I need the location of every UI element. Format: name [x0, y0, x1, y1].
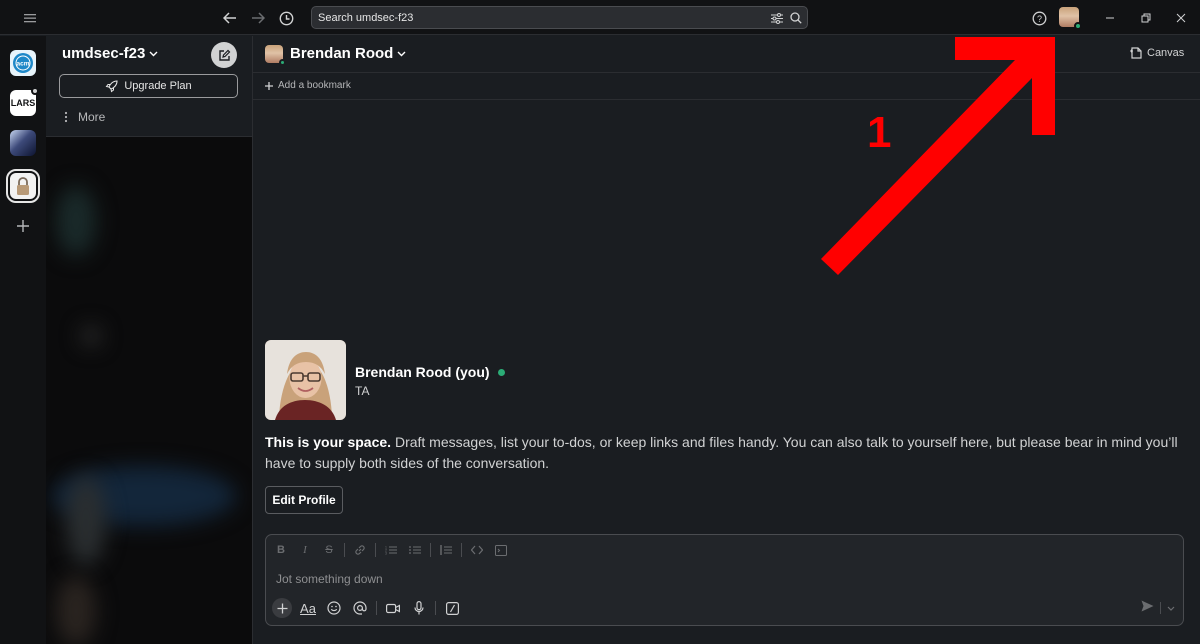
emoji-icon[interactable] — [324, 598, 344, 618]
workspace-umdsec-lock[interactable] — [6, 169, 40, 203]
italic-icon[interactable]: I — [296, 541, 314, 559]
annotation-number: 1 — [867, 108, 892, 157]
message-input[interactable] — [276, 570, 1156, 588]
toolbar-divider — [344, 543, 345, 557]
video-icon[interactable] — [383, 598, 403, 618]
formatting-toolbar: B I S 123 — [272, 541, 510, 559]
edit-profile-button[interactable]: Edit Profile — [265, 486, 343, 514]
rocket-icon — [105, 79, 118, 92]
blurred-background-shape — [66, 476, 106, 566]
send-controls — [1141, 599, 1175, 617]
toolbar-divider — [1160, 602, 1161, 614]
chevron-down-icon — [397, 51, 406, 56]
sidebar: umdsec-f23 Upgrade Plan More — [46, 36, 253, 644]
channel-title-menu[interactable]: Brendan Rood — [290, 45, 406, 62]
profile-role: TA — [355, 384, 370, 398]
chevron-down-icon — [149, 51, 158, 56]
sidebar-item-more-label: More — [78, 110, 106, 124]
workspace-rail: acm LARS — [0, 36, 46, 644]
svg-text:?: ? — [1036, 14, 1041, 24]
profile-name: Brendan Rood (you) — [355, 364, 505, 380]
blurred-background-shape — [56, 186, 96, 256]
toolbar-divider — [375, 543, 376, 557]
search-filter-icon[interactable] — [770, 11, 784, 25]
main-panel: Brendan Rood Canvas Add a bookmark Brend… — [253, 36, 1200, 644]
title-bar: ? — [0, 0, 1200, 35]
workspace-name: umdsec-f23 — [62, 45, 146, 62]
user-avatar[interactable] — [1059, 7, 1082, 30]
upgrade-plan-label: Upgrade Plan — [124, 80, 192, 92]
add-bookmark-button[interactable]: Add a bookmark — [265, 80, 351, 91]
canvas-button[interactable]: Canvas — [1129, 46, 1184, 60]
search-bar[interactable] — [311, 6, 808, 29]
send-options-chevron-icon[interactable] — [1167, 599, 1175, 617]
workspace-lars-label: LARS — [10, 98, 36, 108]
add-workspace-icon[interactable] — [13, 216, 33, 236]
strikethrough-icon[interactable]: S — [320, 541, 338, 559]
intro-text: This is your space. Draft messages, list… — [265, 432, 1190, 474]
online-status-dot — [497, 368, 505, 376]
sidebar-item-more[interactable]: More — [64, 110, 105, 124]
ordered-list-icon[interactable]: 123 — [382, 541, 400, 559]
compose-icon — [218, 49, 230, 61]
code-block-icon[interactable] — [492, 541, 510, 559]
composer-actions: Aa — [272, 597, 462, 619]
workspace-acm-label: acm — [16, 61, 29, 68]
blockquote-icon[interactable] — [437, 541, 455, 559]
toolbar-divider — [435, 601, 436, 615]
minimize-icon[interactable] — [1099, 7, 1121, 29]
plus-icon — [265, 81, 273, 90]
upgrade-plan-button[interactable]: Upgrade Plan — [59, 74, 238, 98]
profile-photo[interactable] — [265, 340, 346, 420]
text-format-toggle[interactable]: Aa — [298, 598, 318, 618]
restore-icon[interactable] — [1135, 7, 1157, 29]
channel-avatar — [265, 45, 286, 66]
profile-name-text: Brendan Rood (you) — [355, 364, 490, 380]
slash-command-icon[interactable] — [442, 598, 462, 618]
blurred-background-shape — [81, 326, 101, 346]
workspace-space-image[interactable] — [10, 130, 36, 156]
search-icon[interactable] — [789, 11, 803, 25]
search-input[interactable] — [318, 10, 758, 26]
bold-icon[interactable]: B — [272, 541, 290, 559]
channel-title: Brendan Rood — [290, 45, 394, 62]
bullet-list-icon[interactable] — [406, 541, 424, 559]
canvas-icon — [1130, 47, 1142, 59]
workspace-name-menu[interactable]: umdsec-f23 — [62, 45, 158, 62]
close-icon[interactable] — [1170, 7, 1192, 29]
back-arrow-icon[interactable] — [219, 7, 241, 29]
help-icon[interactable]: ? — [1028, 7, 1050, 29]
compose-button[interactable] — [211, 42, 237, 68]
send-icon[interactable] — [1141, 599, 1154, 617]
more-vertical-icon — [64, 111, 68, 123]
intro-rest: Draft messages, list your to-dos, or kee… — [265, 434, 1178, 471]
link-icon[interactable] — [351, 541, 369, 559]
add-bookmark-label: Add a bookmark — [278, 80, 351, 91]
toolbar-divider — [430, 543, 431, 557]
svg-text:3: 3 — [385, 552, 387, 556]
notification-dot — [31, 87, 39, 95]
workspace-lars[interactable]: LARS — [10, 87, 39, 116]
toolbar-divider — [461, 543, 462, 557]
lock-icon — [17, 177, 29, 195]
canvas-label: Canvas — [1147, 47, 1185, 59]
blurred-background-shape — [56, 576, 96, 644]
workspace-acm[interactable]: acm — [10, 50, 36, 76]
channel-header: Brendan Rood Canvas — [253, 36, 1200, 73]
code-icon[interactable] — [468, 541, 486, 559]
microphone-icon[interactable] — [409, 598, 429, 618]
sidebar-header: umdsec-f23 Upgrade Plan More — [46, 36, 252, 137]
bookmark-bar: Add a bookmark — [253, 73, 1200, 100]
history-clock-icon[interactable] — [275, 7, 297, 29]
online-status-dot — [279, 59, 286, 66]
intro-bold: This is your space. — [265, 434, 392, 450]
mention-icon[interactable] — [350, 598, 370, 618]
online-status-dot — [1074, 22, 1082, 30]
toolbar-divider — [376, 601, 377, 615]
forward-arrow-icon[interactable] — [247, 7, 269, 29]
message-composer: B I S 123 Aa — [265, 534, 1184, 626]
hamburger-menu-icon[interactable] — [20, 8, 40, 28]
attach-plus-icon[interactable] — [272, 598, 292, 618]
